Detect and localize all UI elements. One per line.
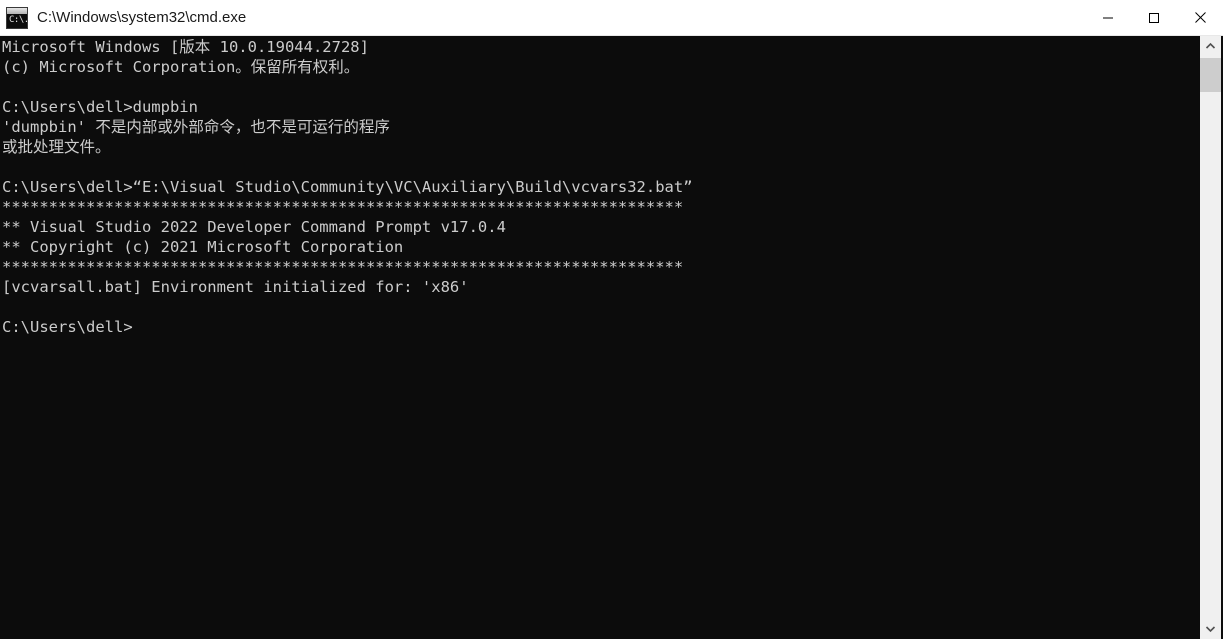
close-button[interactable] (1177, 0, 1223, 36)
cmd-window: C:\. C:\Windows\system32\cmd.exe Microso… (0, 0, 1223, 639)
window-controls (1085, 0, 1223, 36)
window-title: C:\Windows\system32\cmd.exe (37, 9, 247, 26)
cmd-icon-titlebar-strip (7, 7, 27, 14)
minimize-button[interactable] (1085, 0, 1131, 36)
cmd-icon: C:\. (6, 6, 28, 29)
chevron-up-icon (1205, 37, 1216, 55)
maximize-button[interactable] (1131, 0, 1177, 36)
maximize-icon (1148, 12, 1160, 24)
close-icon (1194, 11, 1207, 24)
scrollbar-thumb[interactable] (1200, 58, 1221, 92)
console-output-area[interactable]: Microsoft Windows [版本 10.0.19044.2728] (… (0, 36, 1200, 639)
console-text: Microsoft Windows [版本 10.0.19044.2728] (… (2, 38, 693, 336)
title-bar-left: C:\. C:\Windows\system32\cmd.exe (0, 0, 1085, 35)
minimize-icon (1102, 12, 1114, 24)
chevron-down-icon (1205, 620, 1216, 638)
vertical-scrollbar[interactable] (1200, 36, 1221, 639)
cmd-icon-prompt-glyph: C:\. (9, 14, 28, 25)
scroll-down-button[interactable] (1200, 619, 1221, 639)
scroll-up-button[interactable] (1200, 36, 1221, 56)
title-bar[interactable]: C:\. C:\Windows\system32\cmd.exe (0, 0, 1223, 36)
